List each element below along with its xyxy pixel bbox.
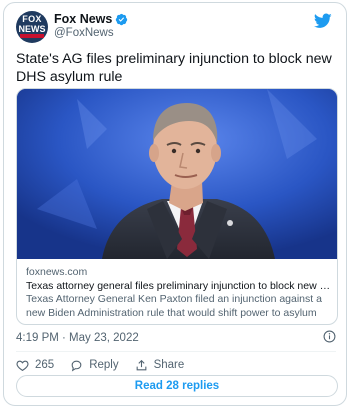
read-replies-button[interactable]: Read 28 replies [16,375,338,397]
account-handle[interactable]: @FoxNews [54,27,114,39]
like-count: 265 [35,359,55,371]
reply-button[interactable]: Reply [70,359,119,372]
divider [16,351,336,352]
info-icon[interactable] [323,330,336,343]
link-card[interactable]: foxnews.com Texas attorney general files… [16,88,338,325]
display-name[interactable]: Fox News [54,12,112,26]
card-meta: foxnews.com Texas attorney general files… [26,265,332,320]
avatar[interactable]: FOX NEWS [16,11,48,43]
tweet-text: State's AG files preliminary injunction … [16,51,332,85]
reply-label: Reply [89,359,119,371]
tweet-header: FOX NEWS Fox News @FoxNews [16,11,336,45]
tweet-embed: FOX NEWS Fox News @FoxNews State's AG fi… [3,2,347,406]
twitter-logo-icon[interactable] [314,13,332,29]
verified-badge-icon [116,13,128,25]
tweet-timestamp[interactable]: 4:19 PM · May 23, 2022 [16,332,139,344]
name-row[interactable]: Fox News [54,11,128,27]
reply-icon [71,360,82,372]
card-image[interactable] [17,89,337,259]
avatar-text-top: FOX [22,14,42,24]
card-title[interactable]: Texas attorney general files preliminary… [26,279,332,293]
card-domain: foxnews.com [26,266,88,278]
avatar-text-bottom: NEWS [18,24,46,34]
avatar-red-bar [20,34,44,38]
heart-icon [16,360,29,371]
share-icon [136,359,146,370]
tweet-actions: 265 Reply Share [16,357,184,373]
share-button[interactable]: Share [135,359,185,372]
share-label: Share [153,359,185,371]
card-photo-illustration [17,89,337,259]
like-button[interactable]: 265 [16,359,54,372]
card-description: Texas Attorney General Ken Paxton filed … [26,293,322,319]
